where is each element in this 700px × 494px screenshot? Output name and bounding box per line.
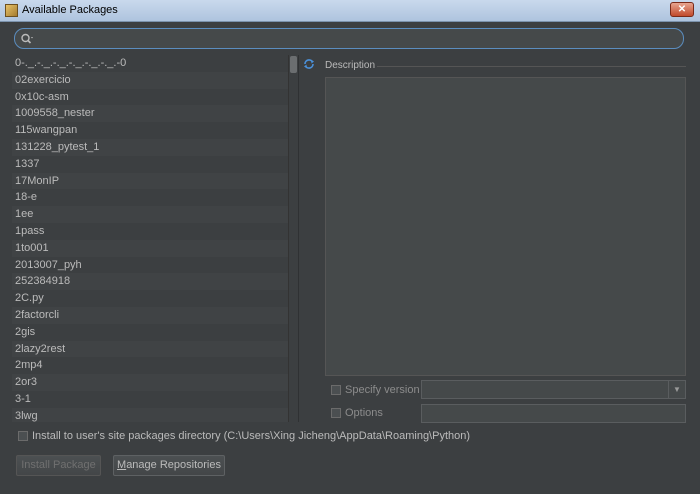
search-input[interactable] — [36, 31, 676, 46]
install-package-label: Install Package — [21, 459, 96, 471]
close-icon: ✕ — [677, 4, 687, 15]
list-item[interactable]: 131228_pytest_1 — [12, 138, 288, 156]
list-item[interactable]: 18-e — [12, 189, 288, 206]
description-panel — [325, 77, 686, 376]
list-item[interactable]: 252384918 — [12, 273, 288, 291]
install-package-button[interactable]: Install Package — [16, 455, 101, 476]
description-label: Description — [325, 60, 376, 71]
list-item[interactable]: 2or3 — [12, 374, 288, 391]
install-user-checkbox[interactable] — [18, 431, 28, 441]
list-item[interactable]: 115wangpan — [12, 122, 288, 139]
pycharm-icon — [5, 4, 18, 17]
window-title: Available Packages — [22, 4, 118, 16]
list-item[interactable]: 1pass — [12, 223, 288, 240]
install-user-label: Install to user's site packages director… — [32, 430, 471, 442]
specify-version-checkbox[interactable] — [331, 385, 341, 395]
scrollbar-thumb[interactable] — [290, 56, 297, 73]
list-toolbar — [298, 55, 320, 422]
list-item[interactable]: 2013007_pyh — [12, 257, 288, 274]
list-item[interactable]: 1337 — [12, 156, 288, 173]
options-label: Options — [345, 407, 383, 419]
list-item[interactable]: 02exercicio — [12, 71, 288, 89]
list-item[interactable]: 2C.py — [12, 290, 288, 307]
chevron-down-icon[interactable]: ▼ — [668, 381, 685, 398]
manage-repositories-button[interactable]: Manage Repositories — [113, 455, 225, 476]
list-item[interactable]: 1ee — [12, 206, 288, 223]
package-list-scrollbar[interactable] — [288, 55, 298, 422]
description-divider — [377, 66, 686, 67]
list-item[interactable]: 1to001 — [12, 239, 288, 257]
package-list[interactable]: 0-._.-._.-._.-._.-._.-._.-0 02exercicio 0x… — [12, 55, 288, 422]
manage-repositories-mnemonic: M — [117, 459, 127, 471]
list-item[interactable]: 2lazy2rest — [12, 340, 288, 358]
search-field[interactable] — [14, 28, 684, 49]
options-checkbox[interactable] — [331, 408, 341, 418]
list-item[interactable]: 3-1 — [12, 391, 288, 408]
specify-version-label: Specify version — [345, 384, 420, 396]
search-icon[interactable] — [20, 32, 34, 46]
list-item[interactable]: 17MonIP — [12, 172, 288, 190]
list-item[interactable]: 2mp4 — [12, 357, 288, 374]
title-bar: Available Packages ✕ — [0, 0, 700, 22]
manage-repositories-label: anage Repositories — [126, 459, 221, 471]
options-input[interactable] — [421, 404, 686, 423]
list-item[interactable]: 1009558_nester — [12, 105, 288, 123]
list-item[interactable]: 2gis — [12, 324, 288, 341]
version-select[interactable]: ▼ — [421, 380, 686, 399]
close-button[interactable]: ✕ — [670, 2, 694, 17]
list-item[interactable]: 2factorcli — [12, 306, 288, 324]
list-item[interactable]: 3lwg — [12, 407, 288, 422]
refresh-icon[interactable] — [302, 57, 316, 71]
list-item[interactable]: 0-._.-._.-._.-._.-._.-._.-0 — [12, 55, 288, 72]
list-item[interactable]: 0x10c-asm — [12, 89, 288, 106]
